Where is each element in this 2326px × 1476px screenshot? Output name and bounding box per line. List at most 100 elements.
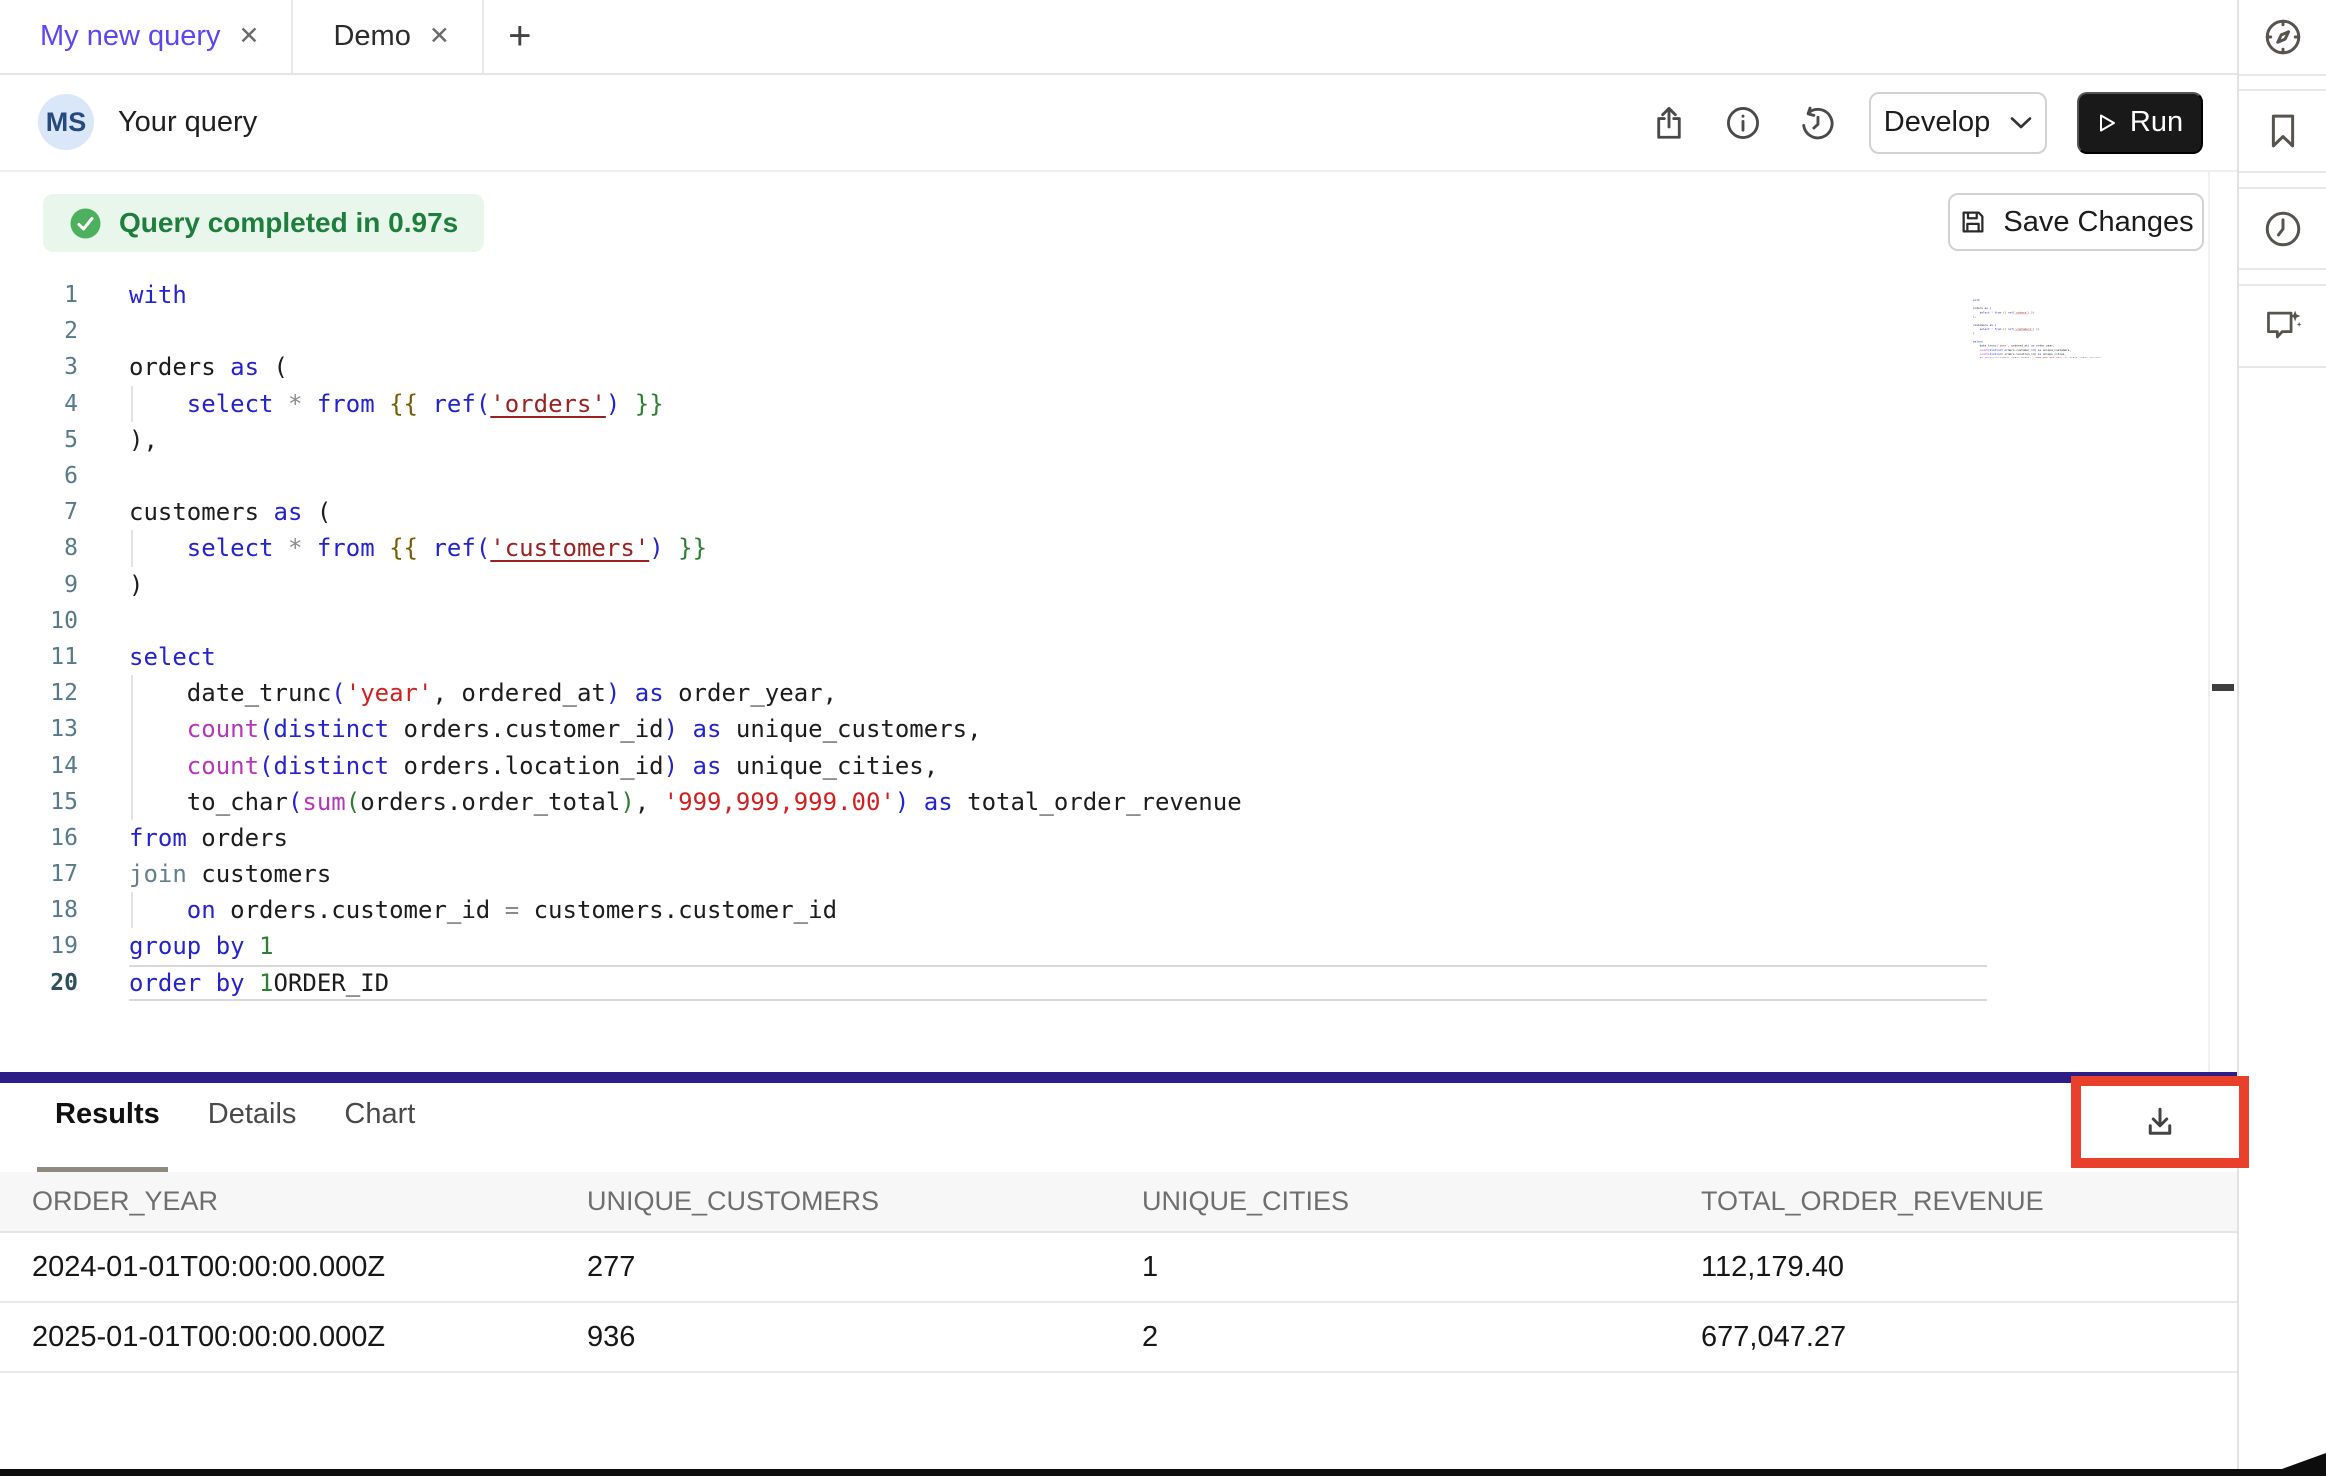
status-text: Query completed in 0.97s [119, 207, 458, 239]
close-icon[interactable]: ✕ [239, 24, 260, 49]
chevron-down-icon [2010, 116, 2032, 130]
code-line-6[interactable]: 6 [0, 458, 2208, 494]
code-line-17[interactable]: 17 join customers [0, 856, 2208, 892]
code-line-15[interactable]: 15 to_char(sum(orders.order_total), '999… [1973, 356, 2141, 358]
table-row: 2024-01-01T00:00:00.000Z2771112,179.40 [0, 1233, 2237, 1303]
download-icon [2142, 1104, 2178, 1140]
code-text: orders as ( [129, 349, 288, 385]
share-icon[interactable] [1647, 101, 1691, 145]
download-results-button[interactable] [2081, 1086, 2239, 1158]
check-circle-icon [69, 207, 102, 240]
code-text: date_trunc('year', ordered_at) as order_… [129, 675, 837, 711]
editor-tab-bar: My new query ✕ Demo ✕ + [0, 0, 2237, 75]
line-number: 20 [30, 970, 78, 996]
code-line-9[interactable]: 9) [0, 567, 2208, 603]
info-icon[interactable] [1721, 101, 1765, 145]
tab-label: My new query [40, 20, 221, 53]
query-ide-window: My new query ✕ Demo ✕ + MS Your query De… [0, 0, 2326, 1476]
code-line-2[interactable]: 2 [0, 313, 2208, 349]
line-number: 5 [30, 427, 78, 453]
ai-chat-button[interactable] [2239, 284, 2326, 368]
code-line-19[interactable]: 19group by 1 [0, 928, 2208, 964]
code-line-12[interactable]: 12 date_trunc('year', ordered_at) as ord… [0, 675, 2208, 711]
code-line-3[interactable]: 3 orders as ( [0, 349, 2208, 385]
results-table: ORDER_YEARUNIQUE_CUSTOMERSUNIQUE_CITIEST… [0, 1172, 2237, 1373]
develop-dropdown[interactable]: Develop [1869, 92, 2047, 154]
table-cell: 277 [587, 1251, 1142, 1284]
code-text: select * from {{ ref('customers') }} [129, 530, 707, 566]
line-number: 6 [30, 463, 78, 489]
line-number: 11 [30, 644, 78, 670]
sql-code-editor[interactable]: 1with 2 3 orders as (4 select * from {{ ref… [0, 277, 2208, 1001]
code-text: join customers [129, 856, 331, 892]
line-number: 13 [30, 716, 78, 742]
line-number: 15 [30, 789, 78, 815]
save-icon [1958, 207, 1988, 237]
history-icon[interactable] [1795, 101, 1839, 145]
line-number: 8 [30, 535, 78, 561]
code-text: order by 1ORDER_ID [129, 965, 1987, 1001]
code-line-11[interactable]: 11select [0, 639, 2208, 675]
table-cell: 2024-01-01T00:00:00.000Z [32, 1251, 587, 1284]
code-line-20[interactable]: 20 order by 1ORDER_ID [0, 965, 2208, 1001]
table-cell: 1 [1142, 1251, 1701, 1284]
tab-my-new-query[interactable]: My new query ✕ [0, 0, 293, 73]
tab-details[interactable]: Details [208, 1098, 297, 1131]
code-line-18[interactable]: 18 on orders.customer_id = customers.cus… [0, 892, 2208, 928]
tab-results[interactable]: Results [55, 1098, 160, 1131]
bookmark-button[interactable] [2239, 89, 2326, 173]
scrollbar-thumb[interactable] [2212, 684, 2234, 691]
run-button[interactable]: Run [2077, 92, 2203, 154]
history-clock-button[interactable] [2239, 187, 2326, 270]
code-text: ) [129, 567, 143, 603]
code-text: from orders [129, 820, 288, 856]
column-header: UNIQUE_CITIES [1142, 1186, 1701, 1217]
code-text: group by 1 [129, 928, 274, 964]
line-number: 7 [30, 499, 78, 525]
close-icon[interactable]: ✕ [429, 24, 450, 49]
table-cell: 2 [1142, 1321, 1701, 1354]
line-number: 2 [30, 318, 78, 344]
save-changes-button[interactable]: Save Changes [1948, 193, 2204, 251]
line-number: 18 [30, 897, 78, 923]
code-line-16[interactable]: 16 from orders [0, 820, 2208, 856]
sql-code-editor[interactable]: 1with23orders as (4 select * from {{ ref… [1973, 298, 2141, 358]
bookmark-icon [2262, 110, 2304, 152]
line-number: 17 [30, 861, 78, 887]
code-line-4[interactable]: 4 select * from {{ ref('orders') }} [0, 386, 2208, 422]
code-line-1[interactable]: 1with [0, 277, 2208, 313]
line-number: 12 [30, 680, 78, 706]
code-line-15[interactable]: 15 to_char(sum(orders.order_total), '999… [0, 784, 2208, 820]
code-text: customers as ( [129, 494, 331, 530]
code-text: ), [129, 422, 158, 458]
line-number: 1 [30, 282, 78, 308]
new-tab-button[interactable]: + [484, 0, 556, 73]
code-line-8[interactable]: 8 select * from {{ ref('customers') }} [0, 530, 2208, 566]
column-header: TOTAL_ORDER_REVENUE [1701, 1186, 2237, 1217]
page-title: Your query [118, 75, 257, 170]
line-number: 16 [30, 825, 78, 851]
play-icon [2097, 113, 2117, 133]
panel-divider-bar[interactable] [0, 1072, 2237, 1083]
code-line-7[interactable]: 7 customers as ( [0, 494, 2208, 530]
code-line-13[interactable]: 13 count(distinct orders.customer_id) as… [0, 711, 2208, 747]
right-icon-sidebar [2237, 0, 2326, 1476]
run-label: Run [2130, 106, 2183, 139]
tab-demo[interactable]: Demo ✕ [293, 0, 483, 73]
compass-icon [2262, 16, 2304, 58]
code-text: to_char(sum(orders.order_total), '999,99… [1973, 356, 2101, 358]
table-row: 2025-01-01T00:00:00.000Z9362677,047.27 [0, 1303, 2237, 1373]
table-header-row: ORDER_YEARUNIQUE_CUSTOMERSUNIQUE_CITIEST… [0, 1172, 2237, 1233]
window-bottom-edge [0, 1469, 2326, 1476]
code-line-5[interactable]: 5), [0, 422, 2208, 458]
line-number: 14 [30, 753, 78, 779]
table-cell: 677,047.27 [1701, 1321, 2237, 1354]
query-status-badge: Query completed in 0.97s [43, 194, 484, 252]
tab-chart[interactable]: Chart [344, 1098, 415, 1131]
code-line-10[interactable]: 10 [0, 603, 2208, 639]
code-line-14[interactable]: 14 count(distinct orders.location_id) as… [0, 747, 2208, 783]
table-cell: 936 [587, 1321, 1142, 1354]
compass-button[interactable] [2239, 0, 2326, 76]
editor-minimap[interactable]: 1with23orders as (4 select * from {{ ref… [1973, 266, 2141, 358]
line-number: 3 [30, 354, 78, 380]
